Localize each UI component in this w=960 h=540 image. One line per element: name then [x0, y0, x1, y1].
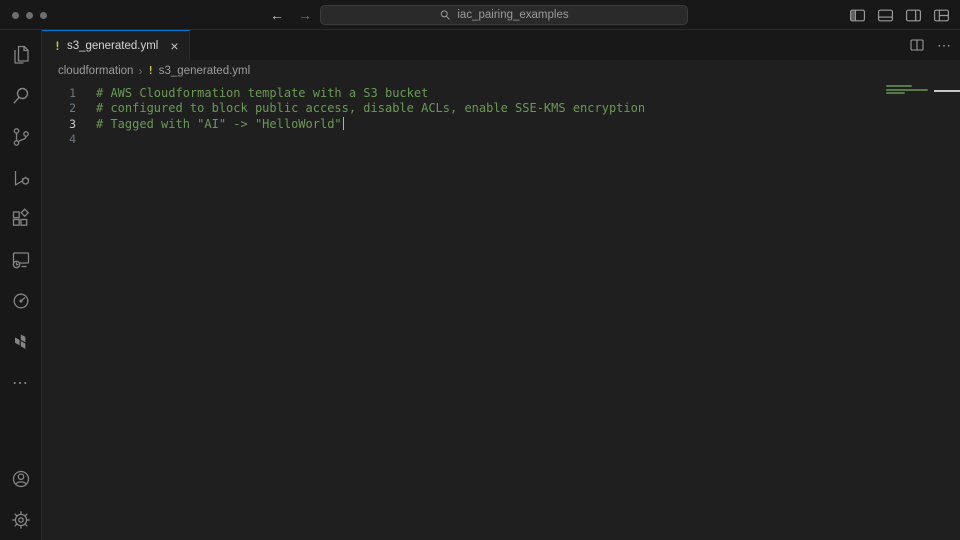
ellipsis-icon: ⋯ — [12, 373, 29, 393]
layout-controls — [849, 0, 950, 30]
gauge-extension-icon[interactable] — [0, 280, 42, 321]
chevron-right-icon: › — [138, 64, 142, 78]
editor-code-area[interactable]: 1 # AWS Cloudformation template with a S… — [42, 82, 960, 540]
title-bar: ← → iac_pairing_examples — [0, 0, 960, 30]
minimap-line-mark — [886, 85, 912, 87]
line-number: 2 — [42, 101, 76, 115]
line-number: 4 — [42, 132, 76, 146]
window-zoom-button[interactable] — [40, 12, 47, 19]
more-actions-icon[interactable]: ⋯ — [937, 37, 952, 54]
breadcrumb: cloudformation › ! s3_generated.yml — [42, 60, 960, 82]
code-text: # Tagged with "AI" -> "HelloWorld" — [96, 117, 342, 131]
additional-views-icon[interactable]: ⋯ — [0, 362, 42, 403]
back-arrow-icon[interactable]: ← — [270, 8, 284, 22]
toggle-panel-icon[interactable] — [877, 7, 894, 24]
extensions-icon[interactable] — [0, 198, 42, 239]
line-number-active: 3 — [42, 117, 76, 131]
text-cursor — [343, 117, 345, 130]
activity-bar: ⋯ — [0, 30, 42, 540]
line-number: 1 — [42, 86, 76, 100]
code-text: # configured to block public access, dis… — [96, 101, 645, 115]
command-center-search[interactable]: iac_pairing_examples — [320, 5, 688, 25]
code-line-2: 2 # configured to block public access, d… — [42, 101, 960, 117]
yaml-file-icon: ! — [147, 65, 153, 77]
source-control-icon[interactable] — [0, 116, 42, 157]
tab-close-icon[interactable]: × — [170, 39, 178, 53]
editor-group: ! s3_generated.yml × ⋯ cloudformation › … — [42, 30, 960, 540]
window-controls — [12, 0, 47, 30]
editor-actions: ⋯ — [909, 30, 952, 60]
code-line-4: 4 — [42, 132, 960, 148]
split-editor-icon[interactable] — [909, 37, 925, 53]
command-center-label: iac_pairing_examples — [457, 9, 568, 21]
tab-s3-generated-yml[interactable]: ! s3_generated.yml × — [42, 30, 190, 60]
code-text: # AWS Cloudformation template with a S3 … — [96, 86, 428, 100]
search-view-icon[interactable] — [0, 75, 42, 116]
customize-layout-icon[interactable] — [933, 7, 950, 24]
window-close-button[interactable] — [12, 12, 19, 19]
breadcrumb-folder[interactable]: cloudformation — [58, 65, 133, 77]
accounts-icon[interactable] — [0, 458, 42, 499]
workbench: ⋯ ! s3_generated.yml × — [0, 30, 960, 540]
yaml-file-icon: ! — [54, 39, 61, 53]
run-debug-icon[interactable] — [0, 157, 42, 198]
terraform-icon[interactable] — [0, 321, 42, 362]
settings-gear-icon[interactable] — [0, 499, 42, 540]
minimap-line-mark — [886, 92, 905, 94]
forward-arrow-icon[interactable]: → — [298, 8, 312, 22]
history-navigation: ← → — [270, 0, 312, 30]
code-line-1: 1 # AWS Cloudformation template with a S… — [42, 85, 960, 101]
tab-label: s3_generated.yml — [67, 40, 158, 52]
minimap-line-mark — [886, 89, 928, 91]
toggle-secondary-sidebar-icon[interactable] — [905, 7, 922, 24]
window-minimize-button[interactable] — [26, 12, 33, 19]
search-icon — [439, 9, 451, 21]
tab-bar: ! s3_generated.yml × ⋯ — [42, 30, 960, 60]
toggle-primary-sidebar-icon[interactable] — [849, 7, 866, 24]
code-line-3: 3 # Tagged with "AI" -> "HelloWorld" — [42, 116, 960, 132]
overview-ruler-cursor-decoration — [934, 90, 960, 92]
remote-explorer-icon[interactable] — [0, 239, 42, 280]
breadcrumb-file[interactable]: s3_generated.yml — [159, 65, 250, 77]
explorer-icon[interactable] — [0, 34, 42, 75]
minimap[interactable] — [886, 85, 946, 205]
